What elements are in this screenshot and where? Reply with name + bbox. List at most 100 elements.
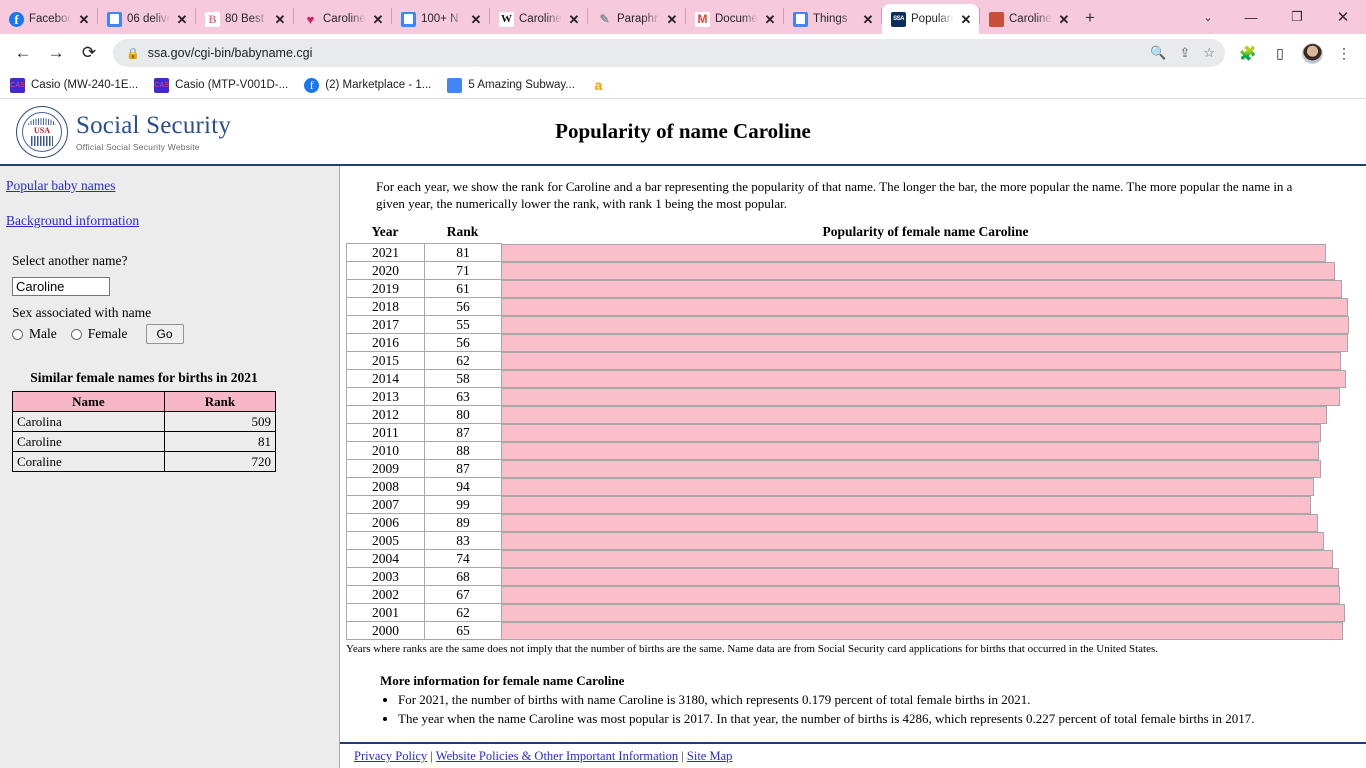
rank-cell: 68 [424, 567, 502, 587]
tab-close-icon[interactable]: ✕ [861, 13, 875, 26]
footer-link-1[interactable]: Privacy Policy [354, 749, 427, 763]
tab-title: Caroline [323, 13, 366, 25]
table-row: 2006 89 [346, 513, 1350, 533]
google-docs-icon [107, 11, 122, 27]
tab-close-icon[interactable]: ✕ [469, 13, 483, 26]
footer-link-2[interactable]: Website Policies & Other Important Infor… [436, 749, 678, 763]
tab-11[interactable]: Caroline ✕ [980, 4, 1077, 34]
minimize-button[interactable]: — [1228, 1, 1274, 33]
forward-button[interactable]: → [41, 38, 71, 68]
bookmark-2[interactable]: CAS Casio (MTP-V001D-... [154, 77, 289, 93]
bookmark-label: Casio (MW-240-1E... [31, 79, 139, 91]
tab-9[interactable]: Things ✕ [784, 4, 881, 34]
chart-column-headers: Year Rank Popularity of female name Caro… [346, 224, 1350, 240]
similar-table-row: Caroline 81 [12, 431, 277, 452]
back-button[interactable]: ← [8, 38, 38, 68]
more-info-title: More information for female name Carolin… [380, 673, 625, 689]
similar-rank-cell: 81 [163, 431, 277, 452]
rank-cell: 87 [424, 459, 502, 479]
bar-cell [502, 531, 1350, 550]
lock-icon: 🔒 [126, 47, 140, 60]
popularity-bar [502, 279, 1343, 298]
table-row: 2005 83 [346, 531, 1350, 551]
tab-7[interactable]: ✎ Paraphr ✕ [588, 4, 685, 34]
radio-female[interactable] [70, 328, 82, 340]
rank-cell: 67 [424, 585, 502, 605]
tab-5[interactable]: 100+ N ✕ [392, 4, 489, 34]
similar-header-rank: Rank [163, 391, 277, 412]
tab-close-icon[interactable]: ✕ [1057, 13, 1071, 26]
popularity-bar [502, 477, 1315, 496]
table-row: 2010 88 [346, 441, 1350, 461]
sidebar: Popular baby names Background informatio… [0, 166, 340, 768]
tab-close-icon[interactable]: ✕ [371, 13, 385, 26]
bar-cell [502, 621, 1350, 640]
tab-title: Documen [715, 13, 758, 25]
bookmark-label: Casio (MTP-V001D-... [175, 79, 289, 91]
more-info-item: The year when the name Caroline was most… [398, 710, 1350, 729]
chrome-menu-icon[interactable]: ⋮ [1330, 39, 1358, 67]
tab-6[interactable]: W Caroline ✕ [490, 4, 587, 34]
bookmark-4[interactable]: 5 Amazing Subway... [447, 77, 575, 93]
popularity-bar [502, 297, 1348, 316]
sidebar-link-popular-baby-names[interactable]: Popular baby names [6, 178, 339, 194]
go-button[interactable]: Go [145, 324, 184, 344]
profile-avatar[interactable] [1298, 39, 1326, 67]
tab-list-button[interactable]: ⌄ [1188, 1, 1228, 33]
side-panel-icon[interactable]: ▯ [1266, 39, 1294, 67]
url-text: ssa.gov/cgi-bin/babyname.cgi [147, 46, 313, 60]
tab-title: 80 Best [225, 13, 264, 25]
table-row: 2004 74 [346, 549, 1350, 569]
share-icon[interactable]: ⇪ [1179, 45, 1190, 61]
similar-rank-cell: 509 [163, 411, 277, 432]
bookmark-1[interactable]: CAS Casio (MW-240-1E... [10, 77, 139, 93]
tab-1[interactable]: f Facebook ✕ [0, 4, 97, 34]
year-cell: 2020 [346, 261, 425, 281]
tab-close-icon[interactable]: ✕ [567, 13, 581, 26]
address-bar[interactable]: 🔒 ssa.gov/cgi-bin/babyname.cgi 🔍 ⇪ ☆ [113, 39, 1225, 67]
table-row: 2020 71 [346, 261, 1350, 281]
tab-close-icon[interactable]: ✕ [273, 13, 287, 26]
table-row: 2014 58 [346, 369, 1350, 389]
facebook-icon: f [304, 77, 320, 93]
similar-header-name: Name [12, 391, 165, 412]
new-tab-button[interactable]: + [1077, 5, 1103, 31]
bookmark-star-icon[interactable]: ☆ [1203, 45, 1215, 61]
tab-2[interactable]: 06 delivery ✕ [98, 4, 195, 34]
table-row: 2009 87 [346, 459, 1350, 479]
tab-10[interactable]: SSA Popularit ✕ [882, 4, 979, 34]
tab-close-icon[interactable]: ✕ [763, 13, 777, 26]
extensions-icon[interactable]: 🧩 [1234, 39, 1262, 67]
intro-paragraph: For each year, we show the rank for Caro… [376, 179, 1293, 212]
year-cell: 2015 [346, 351, 425, 371]
name-input[interactable] [12, 277, 110, 296]
similar-table-row: Coraline 720 [12, 451, 277, 472]
sidebar-link-background-information[interactable]: Background information [6, 213, 339, 229]
popularity-bar [502, 567, 1340, 586]
tab-close-icon[interactable]: ✕ [77, 13, 91, 26]
tab-close-icon[interactable]: ✕ [175, 13, 189, 26]
table-row: 2000 65 [346, 621, 1350, 641]
footer-link-3[interactable]: Site Map [687, 749, 732, 763]
year-cell: 2010 [346, 441, 425, 461]
bar-cell [502, 369, 1350, 388]
close-window-button[interactable]: ✕ [1320, 1, 1366, 33]
bookmark-3[interactable]: f (2) Marketplace - 1... [304, 77, 431, 93]
ssa-icon: SSA [891, 11, 906, 27]
bar-cell [502, 243, 1350, 262]
reload-button[interactable]: ⟳ [74, 38, 104, 68]
tab-close-icon[interactable]: ✕ [959, 13, 973, 26]
radio-male[interactable] [12, 328, 23, 340]
tab-4[interactable]: ♥ Caroline ✕ [294, 4, 391, 34]
rank-cell: 58 [424, 369, 502, 389]
bar-cell [502, 279, 1350, 298]
tab-8[interactable]: M Documen ✕ [686, 4, 783, 34]
maximize-button[interactable]: ❐ [1274, 1, 1320, 33]
bookmark-5[interactable]: a [591, 77, 606, 93]
tab-close-icon[interactable]: ✕ [665, 13, 679, 26]
rank-cell: 74 [424, 549, 502, 569]
google-docs-icon [401, 11, 416, 27]
tab-3[interactable]: B 80 Best ✕ [196, 4, 293, 34]
zoom-icon[interactable]: 🔍 [1150, 45, 1166, 61]
popularity-bar [502, 513, 1319, 532]
